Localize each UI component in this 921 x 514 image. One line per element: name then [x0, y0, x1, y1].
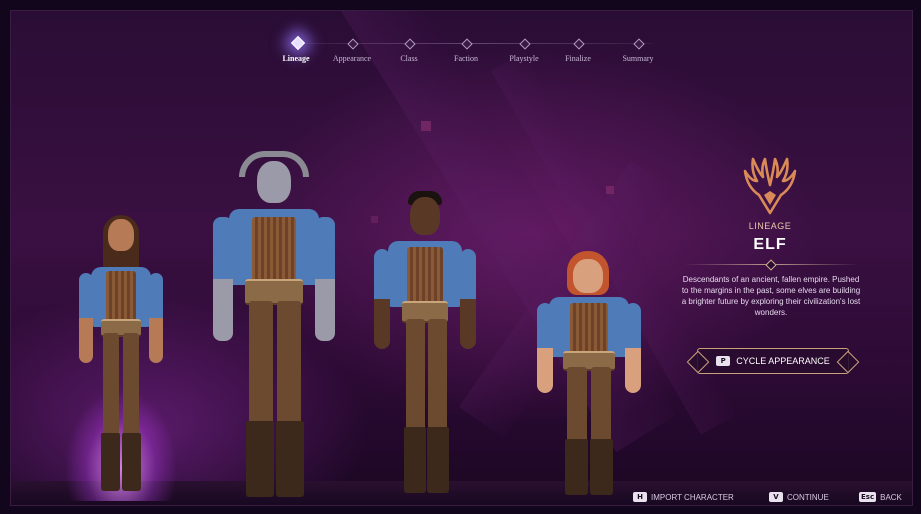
nav-step-finalize[interactable]: Finalize [565, 54, 591, 63]
head [573, 259, 603, 293]
import-character-label: IMPORT CHARACTER [651, 492, 734, 502]
nav-step-appearance[interactable]: Appearance [333, 54, 371, 63]
head [108, 219, 134, 251]
cycle-appearance-button[interactable]: P CYCLE APPEARANCE [686, 348, 860, 374]
right-arm [625, 303, 641, 393]
left-boot [404, 427, 426, 493]
antler-emblem-icon [743, 157, 797, 215]
keycap-p: P [716, 356, 731, 366]
nav-step-class[interactable]: Class [400, 54, 417, 63]
keycap-esc: Esc [859, 492, 877, 502]
back-label: BACK [880, 492, 902, 502]
nav-step-marker-playstyle [519, 38, 531, 50]
nav-step-marker-lineage [290, 35, 306, 51]
vest [252, 217, 296, 283]
nav-step-marker-faction [461, 38, 473, 50]
right-boot [122, 433, 141, 491]
right-boot [427, 427, 449, 493]
left-arm [537, 303, 553, 393]
vest [570, 303, 608, 353]
button-cap-right [836, 350, 860, 374]
head [410, 197, 440, 235]
left-boot [246, 421, 274, 497]
left-boot [565, 439, 588, 495]
keycap-v: V [769, 492, 783, 502]
left-leg [567, 367, 587, 447]
right-arm [149, 273, 163, 363]
left-arm [374, 249, 390, 349]
right-arm [460, 249, 476, 349]
lineage-name: ELF [753, 236, 787, 253]
right-boot [276, 421, 304, 497]
right-leg [428, 319, 447, 435]
import-character-button[interactable]: H IMPORT CHARACTER [633, 489, 734, 505]
left-leg [103, 333, 119, 443]
character-creator-screen: Lineage Appearance Class Faction Playsty… [10, 10, 913, 506]
vest [407, 247, 443, 303]
section-label: LINEAGE [748, 221, 792, 231]
continue-button[interactable]: V CONTINUE [769, 489, 829, 505]
left-arm [79, 273, 93, 363]
nav-step-summary[interactable]: Summary [622, 54, 653, 63]
left-arm [213, 217, 233, 341]
background-tile [606, 186, 614, 194]
character-horned[interactable] [199, 151, 349, 501]
character-dwarf[interactable] [531, 251, 647, 501]
nav-step-lineage[interactable]: Lineage [282, 54, 309, 63]
divider-diamond-icon [765, 259, 777, 271]
character-human[interactable] [366, 191, 486, 501]
right-leg [277, 301, 301, 431]
keycap-h: H [633, 492, 647, 502]
right-leg [591, 367, 611, 447]
background-tile [421, 121, 431, 131]
vest [106, 271, 136, 323]
head [257, 161, 291, 203]
nav-step-marker-finalize [573, 38, 585, 50]
cycle-appearance-label: CYCLE APPEARANCE [736, 356, 830, 366]
right-arm [315, 217, 335, 341]
left-leg [406, 319, 425, 435]
left-leg [249, 301, 273, 431]
nav-step-playstyle[interactable]: Playstyle [509, 54, 538, 63]
nav-step-marker-summary [633, 38, 645, 50]
nav-step-faction[interactable]: Faction [454, 54, 478, 63]
nav-step-marker-appearance [347, 38, 359, 50]
left-boot [101, 433, 120, 491]
right-boot [590, 439, 613, 495]
lineage-description: Descendants of an ancient, fallen empire… [681, 275, 861, 317]
back-button[interactable]: Esc BACK [859, 489, 902, 505]
character-elf[interactable] [61, 211, 181, 501]
right-leg [123, 333, 139, 443]
continue-label: CONTINUE [787, 492, 829, 502]
